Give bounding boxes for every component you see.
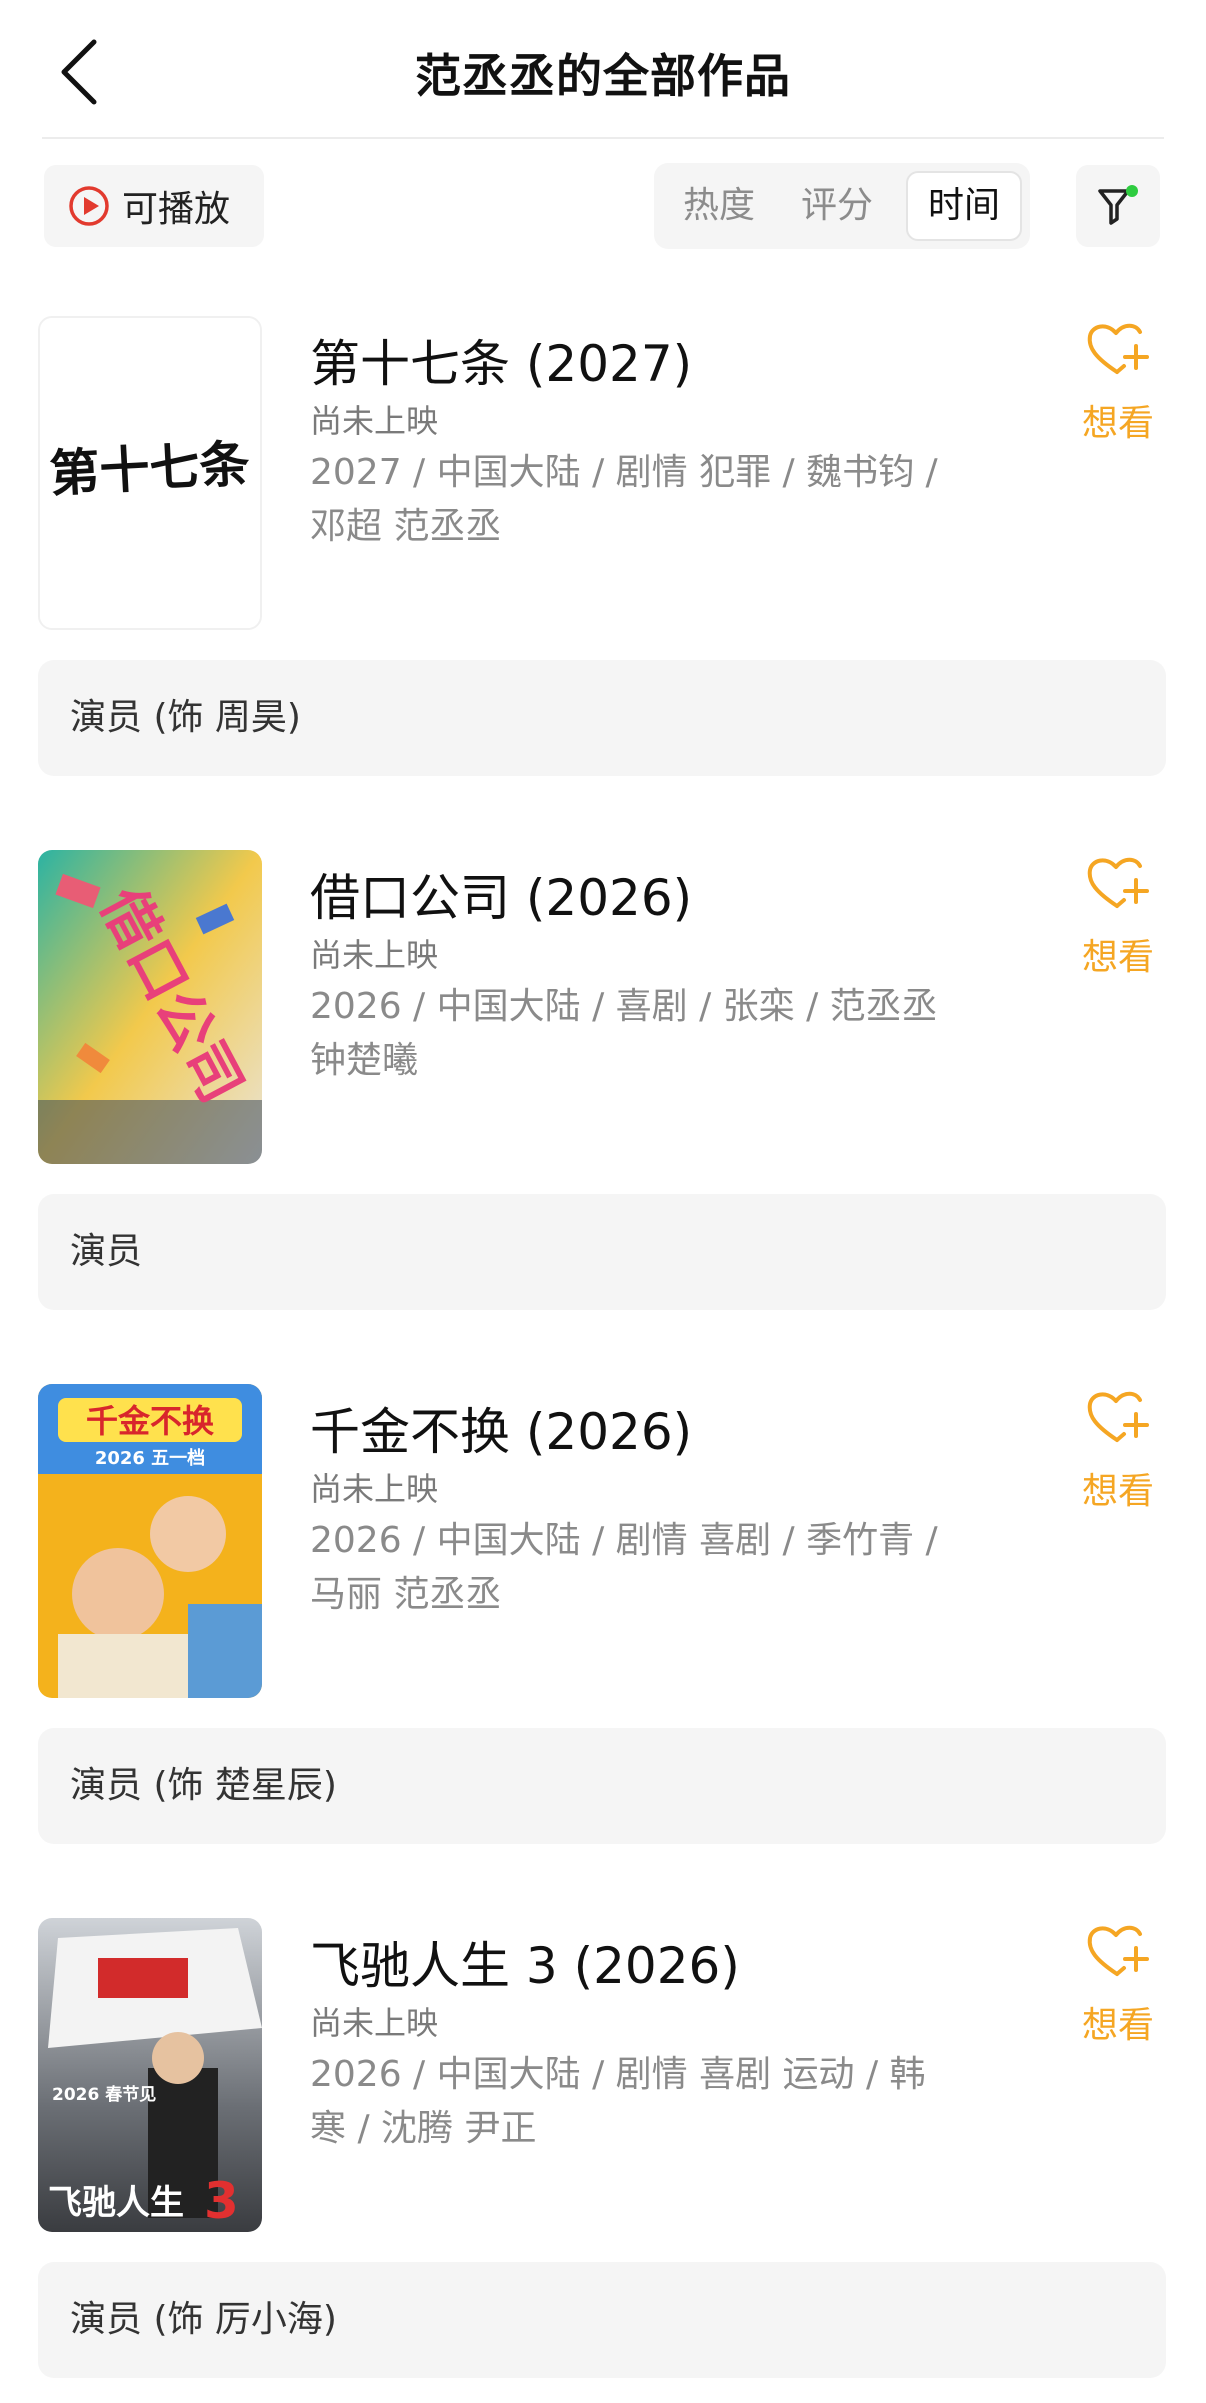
- poster-title-text: 千金不换: [86, 1402, 214, 1440]
- role-bar: 演员 (饰 周昊): [38, 660, 1166, 776]
- want-to-see-label: 想看: [1081, 403, 1154, 444]
- movie-info: 2026 / 中国大陆 / 喜剧 / 张栾 / 范丞丞 钟楚曦: [310, 980, 970, 1088]
- movie-item[interactable]: 借口公司 借口公司 (2026) 尚未上映 2026 / 中国大陆 / 喜剧 /…: [0, 850, 1206, 1320]
- poster-title-text: 第十七条: [48, 435, 251, 503]
- sort-option-popularity[interactable]: 热度: [664, 171, 774, 241]
- role-bar: 演员 (饰 楚星辰): [38, 1728, 1166, 1844]
- play-circle-icon: [69, 186, 109, 226]
- movie-title[interactable]: 第十七条 (2027): [310, 324, 692, 396]
- movie-poster[interactable]: 千金不换 2026 五一档: [38, 1384, 262, 1698]
- poster-image: 千金不换 2026 五一档: [38, 1384, 262, 1698]
- movie-item[interactable]: 2026 春节见 飞驰人生 3 飞驰人生 3 (2026) 尚未上映 2026 …: [0, 1918, 1206, 2388]
- movie-info-line: 2027 / 中国大陆 / 剧情 犯罪 / 魏书钧 /: [310, 452, 938, 493]
- playable-label: 可播放: [122, 189, 231, 230]
- playable-filter-button[interactable]: 可播放: [44, 165, 264, 247]
- want-to-see-label: 想看: [1081, 2005, 1154, 2046]
- movie-item[interactable]: 千金不换 2026 五一档 千金不换 (2026) 尚未上映 2026 / 中国…: [0, 1384, 1206, 1854]
- movie-info-line: 2026 / 中国大陆 / 剧情 喜剧 运动 / 韩: [310, 2054, 926, 2095]
- want-to-see-label: 想看: [1081, 1471, 1154, 1512]
- role-bar: 演员 (饰 厉小海): [38, 2262, 1166, 2378]
- want-to-see-button[interactable]: 想看: [1070, 1918, 1166, 2068]
- role-text: 演员: [70, 1231, 143, 1272]
- movie-info-line: 寒 / 沈腾 尹正: [310, 2108, 537, 2149]
- want-to-see-button[interactable]: 想看: [1070, 850, 1166, 1000]
- movie-info-line: 邓超 范丞丞: [310, 506, 502, 547]
- role-text: 演员 (饰 楚星辰): [70, 1765, 337, 1806]
- nav-header: 范丞丞的全部作品: [0, 0, 1206, 138]
- header-divider: [42, 137, 1164, 139]
- movie-poster[interactable]: 2026 春节见 飞驰人生 3: [38, 1918, 262, 2232]
- movie-info: 2027 / 中国大陆 / 剧情 犯罪 / 魏书钧 / 邓超 范丞丞: [310, 446, 970, 554]
- release-status: 尚未上映: [310, 936, 439, 974]
- release-status: 尚未上映: [310, 2004, 439, 2042]
- poster-number-text: 3: [204, 2172, 239, 2230]
- movie-info-line: 2026 / 中国大陆 / 剧情 喜剧 / 季竹青 /: [310, 1520, 938, 1561]
- poster-image: 2026 春节见 飞驰人生 3: [38, 1918, 262, 2232]
- poster-subtitle-text: 2026 五一档: [95, 1447, 205, 1469]
- movie-info: 2026 / 中国大陆 / 剧情 喜剧 / 季竹青 / 马丽 范丞丞: [310, 1514, 970, 1622]
- poster-image: 借口公司: [38, 850, 262, 1164]
- movie-poster[interactable]: 借口公司: [38, 850, 262, 1164]
- want-to-see-label: 想看: [1081, 937, 1154, 978]
- want-to-see-button[interactable]: 想看: [1070, 316, 1166, 466]
- movie-title[interactable]: 千金不换 (2026): [310, 1392, 692, 1464]
- movie-poster[interactable]: 第十七条: [38, 316, 262, 630]
- movie-title[interactable]: 借口公司 (2026): [310, 858, 692, 930]
- movie-item[interactable]: 第十七条 第十七条 (2027) 尚未上映 2027 / 中国大陆 / 剧情 犯…: [0, 316, 1206, 786]
- sort-option-time[interactable]: 时间: [906, 171, 1022, 241]
- movie-info-line: 马丽 范丞丞: [310, 1574, 502, 1615]
- filter-icon: [1098, 185, 1138, 225]
- movie-info: 2026 / 中国大陆 / 剧情 喜剧 运动 / 韩 寒 / 沈腾 尹正: [310, 2048, 970, 2156]
- heart-plus-icon: [1087, 1391, 1149, 1442]
- heart-plus-icon: [1087, 857, 1149, 908]
- release-status: 尚未上映: [310, 1470, 439, 1508]
- movie-info-line: 2026 / 中国大陆 / 喜剧 / 张栾 / 范丞丞: [310, 986, 938, 1027]
- filter-button[interactable]: [1076, 165, 1160, 247]
- release-status: 尚未上映: [310, 402, 439, 440]
- movie-info-line: 钟楚曦: [310, 1040, 419, 1081]
- poster-subtitle-text: 2026 春节见: [52, 2084, 156, 2105]
- poster-image: 第十七条: [40, 318, 260, 628]
- heart-plus-icon: [1087, 323, 1149, 374]
- poster-title-text: 飞驰人生: [48, 2183, 184, 2223]
- want-to-see-button[interactable]: 想看: [1070, 1384, 1166, 1534]
- page-title: 范丞丞的全部作品: [415, 49, 791, 103]
- role-text: 演员 (饰 厉小海): [70, 2299, 337, 2340]
- role-bar: 演员: [38, 1194, 1166, 1310]
- movie-title[interactable]: 飞驰人生 3 (2026): [310, 1926, 740, 1998]
- heart-plus-icon: [1087, 1925, 1149, 1976]
- sort-option-rating[interactable]: 评分: [782, 171, 892, 241]
- role-text: 演员 (饰 周昊): [70, 697, 301, 738]
- sort-segmented-control: 热度 评分 时间: [654, 163, 1030, 249]
